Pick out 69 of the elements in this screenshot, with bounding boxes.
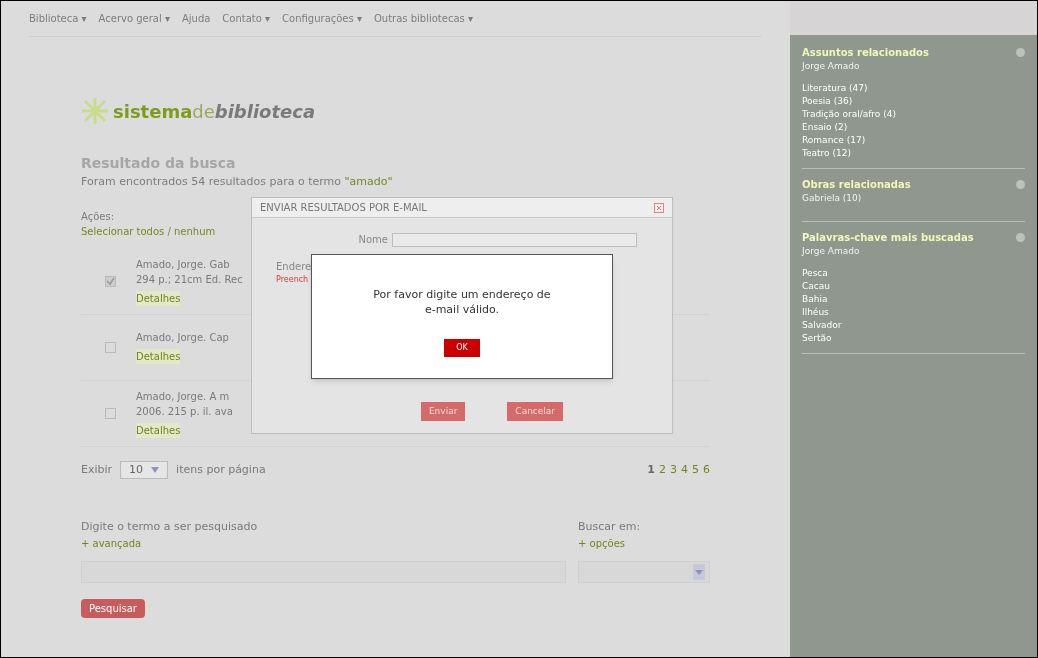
dropdown-arrow-icon	[151, 466, 160, 473]
sidebar-heading: Assuntos relacionados	[802, 46, 929, 60]
actions-label: Ações:	[81, 209, 115, 224]
nav-link[interactable]: Biblioteca ▾	[29, 11, 87, 26]
sidebar-subheading: Jorge Amado	[802, 245, 861, 258]
sidebar-link[interactable]: Romance (17)	[802, 133, 866, 147]
search-type-select[interactable]	[578, 560, 710, 583]
page-link[interactable]: 6	[703, 461, 710, 478]
dialog-button[interactable]: Cancelar	[507, 401, 564, 421]
result-checkbox[interactable]	[105, 341, 116, 353]
page-link[interactable]: 4	[681, 461, 688, 478]
nav-link[interactable]: Contato ▾	[222, 11, 271, 26]
result-text: 2006. 215 p. il. ava	[136, 404, 233, 419]
email-hint: Preench	[276, 274, 310, 286]
star-logo-icon	[81, 97, 109, 125]
sidebar-link[interactable]: Ilhéus	[802, 305, 829, 319]
sidebar-link[interactable]: Salvador	[802, 318, 842, 332]
dialog-title: ENVIAR RESULTADOS POR E-MAIL	[260, 201, 427, 215]
results-summary: Foram encontrados 54 resultados para o termo "amado"	[81, 174, 394, 190]
result-text: 294 p.; 21cm Ed. Rec	[136, 272, 243, 287]
collapse-icon[interactable]	[1016, 179, 1025, 189]
ok-button[interactable]: OK	[444, 339, 480, 357]
sidebar-link[interactable]: Teatro (12)	[802, 146, 851, 160]
sidebar-link[interactable]: Poesia (36)	[802, 94, 853, 108]
email-label: Endere	[276, 260, 312, 274]
sidebar-link[interactable]: Tradição oral/afro (4)	[802, 107, 896, 121]
dialog-button[interactable]: Enviar	[420, 401, 466, 421]
sidebar-link[interactable]: Sertão	[802, 331, 832, 345]
sidebar-link[interactable]: Ensaio (2)	[802, 120, 848, 134]
sidebar-subheading: Gabriela (10)	[802, 191, 863, 205]
logo-text: sistemadebiblioteca	[113, 99, 316, 124]
page-link[interactable]: 5	[692, 461, 699, 478]
nav-link[interactable]: Acervo geral ▾	[98, 11, 170, 26]
sidebar-heading: Obras relacionadas	[802, 177, 911, 192]
sidebar-link[interactable]: Pesca	[802, 266, 828, 280]
result-checkbox[interactable]	[105, 407, 116, 419]
select-all-link[interactable]: Selecionar todos / nenhum	[81, 223, 216, 239]
result-text: Amado, Jorge. A m	[136, 389, 231, 404]
sidebar-subheading: Jorge Amado	[802, 60, 861, 73]
page-link[interactable]: 2	[659, 461, 666, 478]
search-in-label: Buscar em:	[578, 519, 642, 535]
sidebar-heading: Palavras-chave mais buscadas	[802, 231, 974, 245]
close-icon[interactable]	[654, 202, 664, 213]
per-page-label: itens por página	[176, 461, 266, 478]
search-label: Digite o termo a ser pesquisado	[81, 519, 259, 535]
result-checkbox[interactable]	[105, 275, 116, 287]
advanced-link[interactable]: + avançada	[81, 535, 142, 551]
search-button[interactable]: Pesquisar	[81, 598, 145, 618]
details-link[interactable]: Detalhes	[136, 422, 181, 438]
collapse-icon[interactable]	[1016, 233, 1025, 242]
name-label: Nome	[357, 233, 389, 247]
nav-link[interactable]: Configurações ▾	[282, 11, 362, 26]
name-field[interactable]	[392, 232, 637, 247]
sidebar-link[interactable]: Literatura (47)	[802, 81, 868, 95]
per-page-select[interactable]: 10	[120, 460, 169, 479]
details-link[interactable]: Detalhes	[136, 290, 181, 306]
result-text: Amado, Jorge. Cap	[136, 331, 229, 345]
nav-link[interactable]: Outras bibliotecas ▾	[373, 11, 473, 26]
result-text: Amado, Jorge. Gab	[136, 257, 231, 272]
options-link[interactable]: + opções	[578, 535, 625, 551]
details-link[interactable]: Detalhes	[136, 349, 181, 364]
page-link[interactable]: 3	[670, 461, 677, 478]
nav-link[interactable]: Ajuda	[181, 11, 211, 26]
per-page-label: Exibir	[81, 461, 113, 478]
page-link[interactable]: 1	[647, 461, 655, 478]
collapse-icon[interactable]	[1016, 48, 1025, 57]
alert-message: Por favor digite um endereço de e-mail válido.	[372, 287, 552, 317]
sidebar-link[interactable]: Cacau	[802, 279, 830, 293]
sidebar-link[interactable]: Bahia	[802, 292, 828, 306]
